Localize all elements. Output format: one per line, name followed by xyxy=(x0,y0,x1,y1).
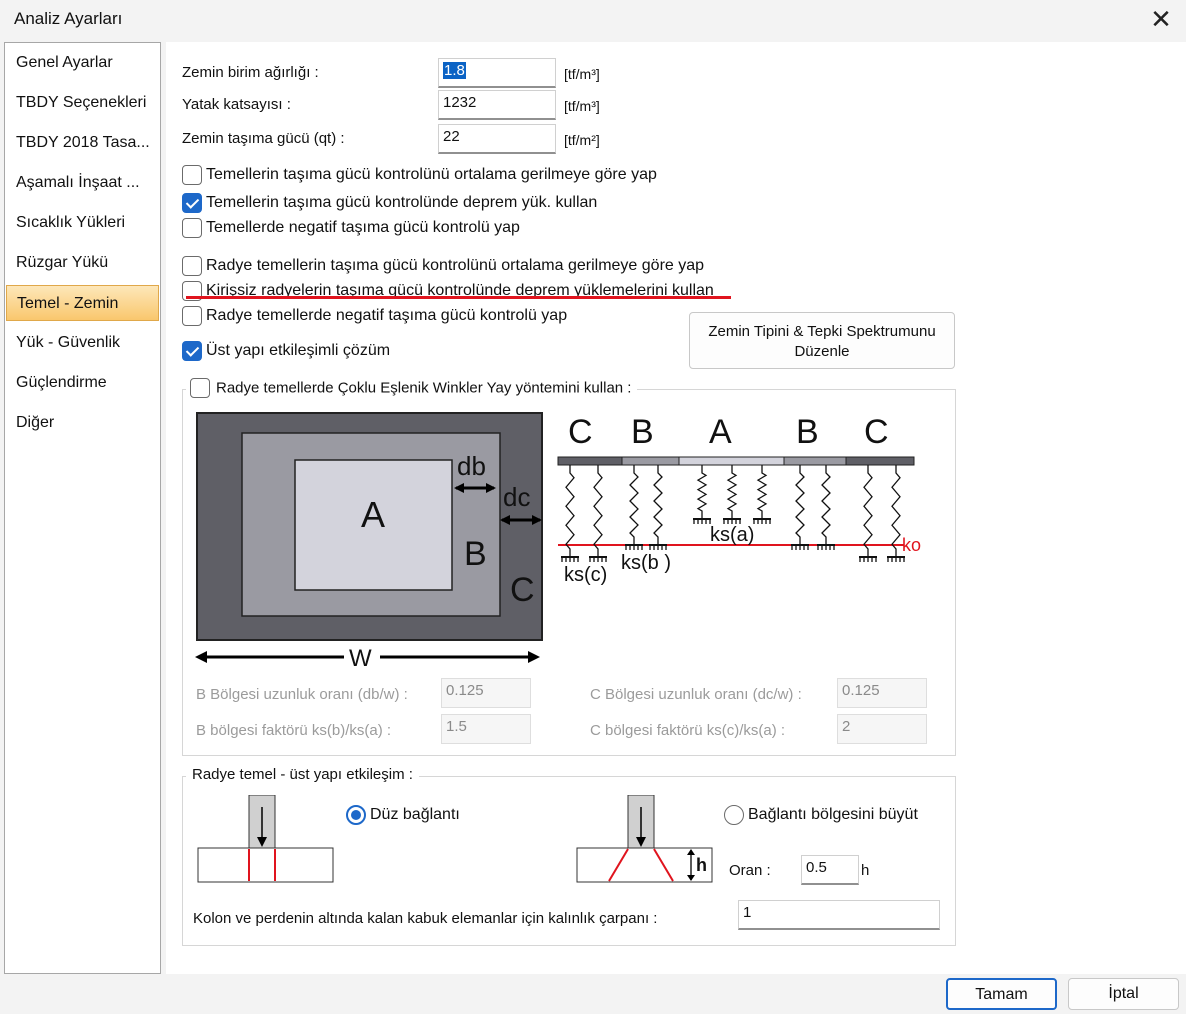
ksa-label: ks(a) xyxy=(710,524,754,546)
unit-weight-value: 1.8 xyxy=(443,62,466,79)
c-length-ratio-input[interactable]: 0.125 xyxy=(837,678,927,708)
option-checkbox-6[interactable] xyxy=(182,341,202,361)
c-length-ratio-label: C Bölgesi uzunluk oranı (dc/w) : xyxy=(590,686,802,703)
option-checkbox-2[interactable] xyxy=(182,218,202,238)
ksc-label: ks(c) xyxy=(564,564,607,586)
enlarge-connection-label: Bağlantı bölgesini büyüt xyxy=(748,806,918,823)
sidebar-item-sicaklik-yukleri[interactable]: Sıcaklık Yükleri xyxy=(6,205,159,241)
c-factor-label: C bölgesi faktörü ks(c)/ks(a) : xyxy=(590,722,786,739)
sidebar: Genel Ayarlar TBDY Seçenekleri TBDY 2018… xyxy=(4,42,161,974)
section-label-b1: B xyxy=(631,413,654,451)
enlarge-connection-radio[interactable] xyxy=(724,805,744,825)
edit-spectrum-button[interactable]: Zemin Tipini & Tepki Spektrumunu Düzenle xyxy=(689,312,955,369)
unit-weight-unit: [tf/m³] xyxy=(564,66,600,82)
ksb-label: ks(b ) xyxy=(621,552,671,574)
enlarged-connection-diagram: h xyxy=(573,795,718,887)
winkler-legend: Radye temellerde Çoklu Eşlenik Winkler Y… xyxy=(186,378,638,400)
h-dim-label: h xyxy=(696,855,707,875)
option-label-5: Radye temellerde negatif taşıma gücü kon… xyxy=(206,307,568,324)
bearing-capacity-label: Zemin taşıma gücü (qt) : xyxy=(182,130,345,147)
sidebar-item-diger[interactable]: Diğer xyxy=(6,405,159,441)
sidebar-item-yuk-guvenlik[interactable]: Yük - Güvenlik xyxy=(6,325,159,361)
unit-weight-input[interactable]: 1.8 xyxy=(438,58,556,88)
close-icon[interactable]: ✕ xyxy=(1146,2,1176,36)
ratio-label: Oran : xyxy=(729,862,771,879)
b-length-ratio-input[interactable]: 0.125 xyxy=(441,678,531,708)
option-label-6: Üst yapı etkileşimli çözüm xyxy=(206,342,391,359)
interaction-legend: Radye temel - üst yapı etkileşim : xyxy=(186,766,419,783)
b-length-ratio-label: B Bölgesi uzunluk oranı (db/w) : xyxy=(196,686,408,703)
section-label-c2: C xyxy=(864,413,889,451)
bed-coefficient-input[interactable]: 1232 xyxy=(438,90,556,120)
winkler-diagram: A B C db dc W C B A B C ks(a) ks(b ) ks(… xyxy=(194,405,930,668)
dc-label: dc xyxy=(503,482,530,512)
red-underline xyxy=(186,296,731,299)
option-checkbox-1[interactable] xyxy=(182,193,202,213)
zone-b-label: B xyxy=(464,535,487,573)
zone-a-label: A xyxy=(361,494,385,535)
flat-connection-label: Düz bağlantı xyxy=(370,806,460,823)
winkler-checkbox[interactable] xyxy=(190,378,210,398)
option-label-0: Temellerin taşıma gücü kontrolünü ortala… xyxy=(206,166,657,183)
sidebar-item-genel-ayarlar[interactable]: Genel Ayarlar xyxy=(6,45,159,81)
sidebar-item-guclendirme[interactable]: Güçlendirme xyxy=(6,365,159,401)
option-checkbox-3[interactable] xyxy=(182,256,202,276)
edit-spectrum-line2: Düzenle xyxy=(794,343,850,360)
flat-connection-diagram xyxy=(193,795,338,887)
edit-spectrum-line1: Zemin Tipini & Tepki Spektrumunu xyxy=(708,323,936,340)
b-factor-label: B bölgesi faktörü ks(b)/ks(a) : xyxy=(196,722,392,739)
option-label-1: Temellerin taşıma gücü kontrolünde depre… xyxy=(206,194,598,211)
sidebar-item-tbdy-2018[interactable]: TBDY 2018 Tasa... xyxy=(6,125,159,161)
zone-c-label: C xyxy=(510,571,535,609)
b-factor-input[interactable]: 1.5 xyxy=(441,714,531,744)
sidebar-item-asamali-insaat[interactable]: Aşamalı İnşaat ... xyxy=(6,165,159,201)
bed-coefficient-unit: [tf/m³] xyxy=(564,98,600,114)
sidebar-item-temel-zemin[interactable]: Temel - Zemin xyxy=(6,285,159,321)
ratio-input[interactable]: 0.5 xyxy=(801,855,859,885)
sidebar-item-tbdy-secenekleri[interactable]: TBDY Seçenekleri xyxy=(6,85,159,121)
option-label-2: Temellerde negatif taşıma gücü kontrolü … xyxy=(206,219,520,236)
section-label-c1: C xyxy=(568,413,593,451)
thickness-label: Kolon ve perdenin altında kalan kabuk el… xyxy=(193,910,658,927)
option-label-3: Radye temellerin taşıma gücü kontrolünü … xyxy=(206,257,705,274)
option-checkbox-0[interactable] xyxy=(182,165,202,185)
ratio-suffix: h xyxy=(861,862,870,879)
winkler-label: Radye temellerde Çoklu Eşlenik Winkler Y… xyxy=(216,379,632,397)
title-bar xyxy=(0,0,1186,38)
section-label-a: A xyxy=(709,413,732,451)
section-label-b2: B xyxy=(796,413,819,451)
db-label: db xyxy=(457,451,486,481)
ko-label: ko xyxy=(902,535,921,555)
bearing-capacity-input[interactable]: 22 xyxy=(438,124,556,154)
c-factor-input[interactable]: 2 xyxy=(837,714,927,744)
option-checkbox-5[interactable] xyxy=(182,306,202,326)
sidebar-item-ruzgar-yuku[interactable]: Rüzgar Yükü xyxy=(6,245,159,281)
window-title: Analiz Ayarları xyxy=(14,9,123,28)
ok-button[interactable]: Tamam xyxy=(946,978,1057,1010)
flat-connection-radio[interactable] xyxy=(346,805,366,825)
cancel-button[interactable]: İptal xyxy=(1068,978,1179,1010)
unit-weight-label: Zemin birim ağırlığı : xyxy=(182,64,319,81)
bed-coefficient-label: Yatak katsayısı : xyxy=(182,96,291,113)
w-label: W xyxy=(349,645,372,668)
bearing-capacity-unit: [tf/m²] xyxy=(564,132,600,148)
thickness-input[interactable]: 1 xyxy=(738,900,940,930)
